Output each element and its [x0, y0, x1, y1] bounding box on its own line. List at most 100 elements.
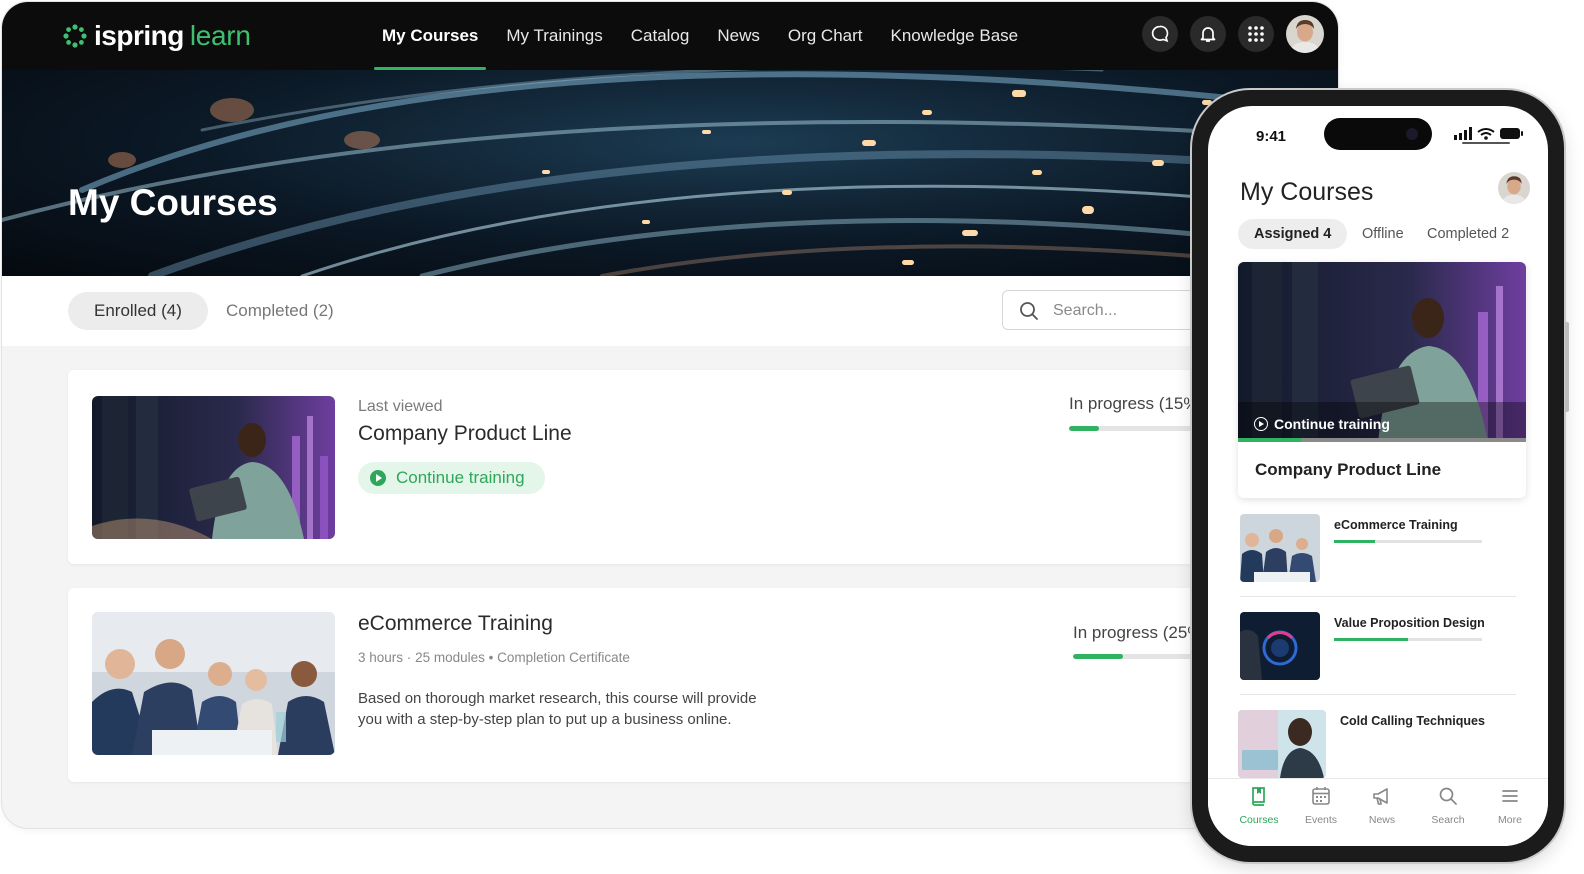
wifi-icon — [1477, 128, 1495, 136]
apps-button[interactable] — [1238, 16, 1274, 52]
tabbar-courses[interactable]: Courses — [1229, 785, 1289, 826]
tabbar-label: News — [1368, 814, 1396, 826]
course-card-ecommerce-training[interactable]: eCommerce Training 3 hours · 25 modules … — [68, 588, 1273, 782]
fiber-optic-background-image — [2, 70, 1338, 276]
course-title[interactable]: eCommerce Training — [358, 612, 553, 636]
meta-separator: • — [488, 650, 498, 665]
tab-enrolled[interactable]: Enrolled (4) — [68, 292, 208, 330]
tabbar-news[interactable]: News — [1352, 785, 1412, 826]
featured-progress-bar — [1238, 438, 1526, 442]
course-thumbnail[interactable] — [92, 396, 335, 539]
course-description: Based on thorough market research, this … — [358, 690, 757, 728]
list-item-title: Value Proposition Design — [1334, 616, 1485, 630]
mobile-user-avatar[interactable] — [1498, 172, 1530, 204]
tabbar-search[interactable]: Search — [1418, 785, 1478, 826]
mobile-tab-offline[interactable]: Offline — [1362, 219, 1404, 249]
search-input[interactable]: Search... — [1002, 290, 1202, 330]
nav-item-news[interactable]: News — [709, 2, 768, 70]
bell-icon — [1200, 27, 1216, 42]
list-item-progress-fill — [1334, 638, 1408, 641]
status-indicator — [1462, 142, 1510, 144]
call-center-image — [1238, 710, 1326, 778]
apps-grid-icon — [1248, 26, 1264, 42]
top-navigation-bar: ispring learn My Courses My Trainings Ca… — [2, 2, 1338, 70]
tabbar-label: Search — [1431, 814, 1465, 826]
mobile-tab-assigned[interactable]: Assigned 4 — [1238, 219, 1348, 249]
man-with-laptop-image — [1238, 262, 1526, 442]
list-item-thumbnail — [1240, 514, 1320, 582]
megaphone-icon — [1373, 788, 1388, 805]
camera-icon — [1406, 128, 1418, 140]
featured-continue-label: Continue training — [1274, 416, 1390, 432]
list-item-title: Cold Calling Techniques — [1340, 714, 1485, 728]
mobile-tab-completed[interactable]: Completed 2 — [1427, 219, 1509, 249]
course-meta: 3 hours · 25 modules • Completion Certif… — [358, 650, 630, 665]
main-nav: My Courses My Trainings Catalog News Org… — [374, 2, 1038, 70]
tab-completed[interactable]: Completed (2) — [200, 292, 360, 330]
play-icon — [1254, 417, 1268, 431]
continue-training-label: Continue training — [396, 468, 525, 487]
tabbar-label: Events — [1304, 814, 1338, 826]
featured-course-image — [1238, 262, 1526, 442]
tabbar-events[interactable]: Events — [1291, 785, 1351, 826]
search-icon — [1020, 302, 1038, 320]
phone-side-button — [1565, 322, 1569, 412]
menu-icon — [1502, 790, 1518, 802]
last-viewed-label: Last viewed — [358, 398, 443, 415]
signal-icon — [1454, 127, 1472, 140]
mobile-device: 9:41 My Courses Assigned 4 Offline Compl… — [1192, 90, 1569, 862]
nav-item-org-chart[interactable]: Org Chart — [780, 2, 871, 70]
man-with-laptop-image — [92, 396, 335, 539]
list-item-thumbnail — [1240, 612, 1320, 680]
logo[interactable]: ispring learn — [62, 18, 251, 54]
featured-course-card[interactable]: Continue training Company Product Line — [1238, 262, 1526, 498]
filter-bar: Enrolled (4) Completed (2) Search... — [2, 276, 1338, 346]
list-item-progress-bar — [1334, 638, 1482, 641]
course-thumbnail[interactable] — [92, 612, 335, 755]
nav-item-my-courses[interactable]: My Courses — [374, 2, 487, 70]
notifications-button[interactable] — [1190, 16, 1226, 52]
business-meeting-image — [92, 612, 335, 755]
meta-separator: · — [406, 650, 412, 665]
book-icon — [1252, 787, 1265, 806]
chat-button[interactable] — [1142, 16, 1178, 52]
play-icon — [370, 470, 386, 486]
ispring-logo-icon — [63, 24, 87, 48]
mobile-tab-bar: Courses Events News Search More — [1208, 778, 1548, 846]
list-item-progress-bar — [1334, 540, 1482, 543]
status-time: 9:41 — [1256, 128, 1287, 145]
list-item-title: eCommerce Training — [1334, 518, 1458, 532]
progress-label: In progress (25%) — [1073, 623, 1209, 642]
course-card-company-product-line[interactable]: Last viewed Company Product Line Continu… — [68, 370, 1269, 564]
battery-icon — [1500, 128, 1520, 139]
featured-continue-button[interactable]: Continue training — [1254, 416, 1390, 432]
tabbar-label: More — [1498, 814, 1522, 826]
user-avatar[interactable] — [1286, 15, 1324, 53]
hero-banner: My Courses — [2, 70, 1338, 276]
list-item-thumbnail — [1238, 710, 1326, 778]
logo-product-text: learn — [189, 20, 251, 51]
course-title[interactable]: Company Product Line — [358, 422, 572, 446]
business-meeting-image — [1240, 514, 1320, 582]
search-placeholder: Search... — [1053, 302, 1118, 319]
divider — [1240, 694, 1516, 695]
tabbar-label: Courses — [1239, 814, 1279, 826]
tabbar-more[interactable]: More — [1480, 785, 1540, 826]
course-duration: 3 hours — [358, 650, 404, 665]
divider — [1240, 596, 1516, 597]
progress-label: In progress (15%) — [1069, 394, 1205, 413]
calendar-icon — [1312, 787, 1330, 805]
nav-item-catalog[interactable]: Catalog — [623, 2, 698, 70]
search-icon — [1439, 787, 1457, 805]
dynamic-island — [1324, 118, 1432, 150]
chat-icon — [1151, 25, 1169, 43]
nav-item-knowledge-base[interactable]: Knowledge Base — [883, 2, 1027, 70]
course-modules: 25 modules — [415, 650, 485, 665]
desktop-window: ispring learn My Courses My Trainings Ca… — [2, 2, 1338, 828]
course-certificate: Completion Certificate — [497, 650, 630, 665]
nav-item-my-trainings[interactable]: My Trainings — [498, 2, 610, 70]
value-proposition-image — [1240, 612, 1320, 680]
continue-training-button[interactable]: Continue training — [358, 462, 545, 494]
featured-course-title[interactable]: Company Product Line — [1255, 460, 1441, 480]
progress-fill — [1069, 426, 1099, 431]
